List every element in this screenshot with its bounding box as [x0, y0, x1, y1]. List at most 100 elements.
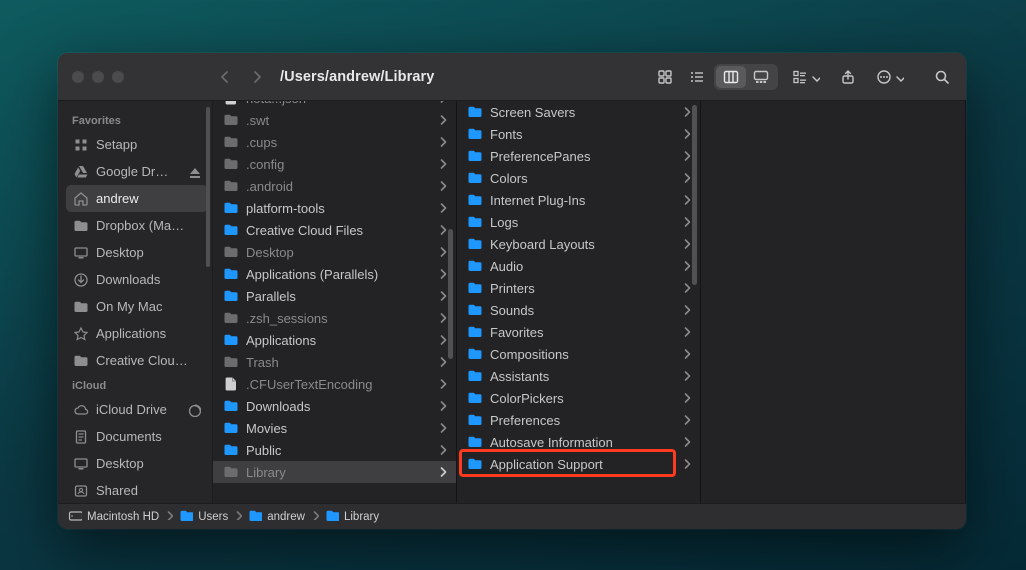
more-actions-button[interactable]: [876, 64, 904, 90]
sidebar-item[interactable]: Setapp: [66, 131, 208, 158]
file-row[interactable]: Printers: [457, 277, 700, 299]
file-row[interactable]: Trash: [213, 351, 456, 373]
close-button[interactable]: [72, 71, 84, 83]
breadcrumb-separator: [311, 510, 319, 523]
file-row[interactable]: Compositions: [457, 343, 700, 365]
back-button[interactable]: [212, 64, 240, 90]
file-row[interactable]: Creative Cloud Files: [213, 219, 456, 241]
file-row[interactable]: Audio: [457, 255, 700, 277]
file-label: ColorPickers: [490, 391, 675, 406]
search-button[interactable]: [928, 64, 956, 90]
sidebar-item[interactable]: Creative Clou…: [66, 347, 208, 374]
sidebar-item[interactable]: Shared: [66, 477, 208, 503]
file-row[interactable]: Parallels: [213, 285, 456, 307]
sidebar-item[interactable]: iCloud Drive: [66, 396, 208, 423]
file-row[interactable]: Preferences: [457, 409, 700, 431]
breadcrumb[interactable]: Macintosh HD: [68, 508, 159, 525]
file-row[interactable]: platform-tools: [213, 197, 456, 219]
column-1-scrollbar[interactable]: [448, 229, 453, 359]
download-icon: [73, 272, 89, 288]
sidebar-item[interactable]: On My Mac: [66, 293, 208, 320]
file-row[interactable]: .cups: [213, 131, 456, 153]
file-row[interactable]: Sounds: [457, 299, 700, 321]
chevron-right-icon: [438, 114, 448, 126]
file-row[interactable]: Application Support: [457, 453, 700, 475]
sidebar-item[interactable]: Dropbox (Ma…: [66, 212, 208, 239]
file-row[interactable]: Fonts: [457, 123, 700, 145]
view-icons-button[interactable]: [650, 64, 680, 90]
file-row[interactable]: Favorites: [457, 321, 700, 343]
file-row[interactable]: Colors: [457, 167, 700, 189]
breadcrumb[interactable]: andrew: [248, 508, 305, 525]
file-row[interactable]: Downloads: [213, 395, 456, 417]
file-row[interactable]: Internet Plug-Ins: [457, 189, 700, 211]
chevron-right-icon: [438, 290, 448, 302]
sidebar-item[interactable]: Applications: [66, 320, 208, 347]
chevron-right-icon: [682, 172, 692, 184]
sidebar-item[interactable]: Google Dr…: [66, 158, 208, 185]
file-label: Printers: [490, 281, 675, 296]
column-2-scrollbar[interactable]: [692, 105, 697, 285]
minimize-button[interactable]: [92, 71, 104, 83]
file-row[interactable]: nota...json: [213, 101, 456, 109]
sidebar-item-label: Documents: [96, 429, 162, 444]
folder-icon: [223, 244, 239, 260]
sidebar-item[interactable]: Documents: [66, 423, 208, 450]
file-row[interactable]: Assistants: [457, 365, 700, 387]
file-row[interactable]: Desktop: [213, 241, 456, 263]
group-by-button[interactable]: [792, 64, 820, 90]
file-row[interactable]: Public: [213, 439, 456, 461]
chevron-right-icon: [682, 216, 692, 228]
file-row[interactable]: ColorPickers: [457, 387, 700, 409]
file-label: Public: [246, 443, 431, 458]
file-row[interactable]: .CFUserTextEncoding: [213, 373, 456, 395]
file-row[interactable]: Logs: [457, 211, 700, 233]
view-list-button[interactable]: [682, 64, 712, 90]
breadcrumb-label: Macintosh HD: [87, 511, 159, 523]
folder-icon: [223, 288, 239, 304]
sidebar-item[interactable]: Desktop: [66, 450, 208, 477]
folder-icon: [467, 148, 483, 164]
view-gallery-button[interactable]: [746, 66, 776, 88]
file-label: Preferences: [490, 413, 675, 428]
sidebar-item-label: Dropbox (Ma…: [96, 218, 184, 233]
file-row[interactable]: .swt: [213, 109, 456, 131]
breadcrumb[interactable]: Users: [179, 508, 228, 525]
file-row[interactable]: Autosave Information: [457, 431, 700, 453]
file-row[interactable]: Library: [213, 461, 456, 483]
sidebar-item[interactable]: Desktop: [66, 239, 208, 266]
sidebar-scrollbar[interactable]: [206, 107, 210, 267]
folder-icon: [467, 390, 483, 406]
chevron-right-icon: [682, 106, 692, 118]
folder-icon: [467, 104, 483, 120]
breadcrumb[interactable]: Library: [325, 508, 379, 525]
sidebar-item[interactable]: andrew: [66, 185, 208, 212]
forward-button[interactable]: [244, 64, 272, 90]
file-row[interactable]: Applications: [213, 329, 456, 351]
file-row[interactable]: Applications (Parallels): [213, 263, 456, 285]
folder-icon: [467, 368, 483, 384]
file-row[interactable]: .android: [213, 175, 456, 197]
sidebar-heading: iCloud: [66, 374, 208, 396]
file-row[interactable]: .zsh_sessions: [213, 307, 456, 329]
chevron-right-icon: [438, 334, 448, 346]
sidebar-item-label: Shared: [96, 483, 138, 498]
grid-icon: [73, 137, 89, 153]
file-label: nota...json: [246, 101, 431, 106]
path-bar: Macintosh HD Users andrew Library: [58, 503, 966, 529]
file-row[interactable]: Screen Savers: [457, 101, 700, 123]
sidebar-item[interactable]: Downloads: [66, 266, 208, 293]
chevron-right-icon: [682, 414, 692, 426]
file-label: Logs: [490, 215, 675, 230]
file-row[interactable]: PreferencePanes: [457, 145, 700, 167]
share-button[interactable]: [834, 64, 862, 90]
zoom-button[interactable]: [112, 71, 124, 83]
sidebar: FavoritesSetappGoogle Dr…andrewDropbox (…: [58, 101, 213, 503]
chevron-right-icon: [682, 194, 692, 206]
folder-icon: [223, 112, 239, 128]
chevron-right-icon: [438, 312, 448, 324]
file-row[interactable]: Movies: [213, 417, 456, 439]
file-row[interactable]: .config: [213, 153, 456, 175]
file-row[interactable]: Keyboard Layouts: [457, 233, 700, 255]
view-columns-button[interactable]: [716, 66, 746, 88]
